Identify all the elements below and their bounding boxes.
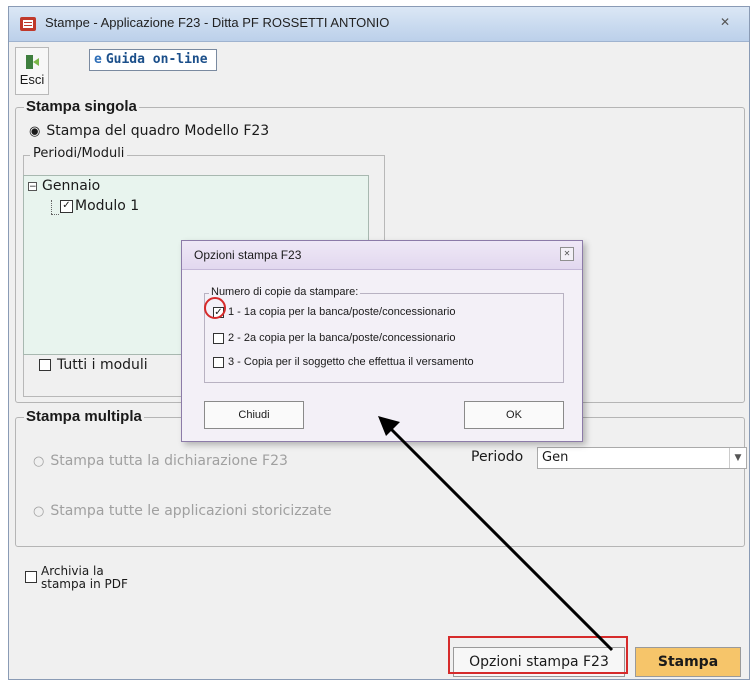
tree-connector-vertical (51, 200, 52, 214)
close-icon: ✕ (719, 15, 731, 29)
dialog-close-icon[interactable]: ✕ (560, 247, 574, 261)
esci-label: Esci (19, 72, 45, 87)
tree-node-modulo1[interactable]: ✓ Modulo 1 (60, 198, 139, 214)
tree-node-gennaio[interactable]: Gennaio (42, 178, 100, 194)
periodo-value: Gen (542, 450, 569, 465)
stampa-tutte-applicazioni-label: Stampa tutte le applicazioni storicizzat… (50, 503, 332, 519)
ok-button[interactable]: OK (464, 401, 564, 429)
copie-group: Numero di copie da stampare: ✓ 1 - 1a cop… (204, 286, 564, 383)
stampa-button[interactable]: Stampa (635, 647, 741, 677)
copia-option-3-label: 3 - Copia per il soggetto che effettua i… (228, 356, 474, 368)
opzioni-stampa-dialog: Opzioni stampa F23 ✕ Numero di copie da … (181, 240, 583, 442)
tutti-moduli-checkbox[interactable]: Tutti i moduli (39, 357, 148, 373)
stampa-tutta-dichiarazione-label: Stampa tutta la dichiarazione F23 (50, 453, 288, 469)
annotation-highlight-box (448, 636, 628, 674)
periodi-moduli-title: Periodi/Moduli (30, 146, 128, 161)
copia-option-2-label: 2 - 2a copia per la banca/poste/concessi… (228, 332, 456, 344)
guida-label: Guida on-line (105, 52, 208, 67)
tutti-moduli-label: Tutti i moduli (57, 357, 148, 373)
radio-selected-icon: ◉ (29, 124, 41, 139)
window-close-button[interactable]: ✕ (711, 13, 739, 31)
tree-node-modulo1-label: Modulo 1 (75, 198, 140, 214)
copia-option-1[interactable]: ✓ 1 - 1a copia per la banca/poste/concess… (213, 306, 455, 318)
window-titlebar: Stampe - Applicazione F23 - Ditta PF ROS… (9, 7, 749, 42)
copie-group-title: Numero di copie da stampare: (209, 286, 361, 298)
checkbox-checked-icon[interactable]: ✓ (60, 199, 73, 213)
radio-unselected-icon: ○ (33, 454, 45, 469)
internet-explorer-icon: e (94, 52, 102, 67)
chiudi-button[interactable]: Chiudi (204, 401, 304, 429)
archivia-line2: stampa in PDF (41, 577, 128, 591)
stampa-multipla-title: Stampa multipla (24, 408, 144, 425)
chevron-down-icon[interactable]: ▼ (729, 448, 746, 468)
archivia-pdf-checkbox[interactable]: Archivia la stampa in PDF (25, 565, 128, 591)
tree-connector-horizontal (51, 214, 59, 215)
window-title: Stampe - Applicazione F23 - Ditta PF ROS… (45, 15, 390, 30)
guida-online-button[interactable]: e Guida on-line (89, 49, 217, 71)
checkbox-unchecked-icon[interactable] (213, 356, 224, 368)
esci-button[interactable]: Esci (15, 47, 49, 95)
radio-unselected-icon: ○ (33, 504, 45, 519)
checkbox-unchecked-icon[interactable] (25, 571, 37, 583)
stampa-quadro-radio[interactable]: ◉ Stampa del quadro Modello F23 (29, 123, 269, 139)
checkbox-unchecked-icon[interactable] (39, 359, 51, 371)
copia-option-3[interactable]: 3 - Copia per il soggetto che effettua i… (213, 356, 474, 368)
dialog-title: Opzioni stampa F23 (194, 248, 302, 262)
copia-option-2[interactable]: 2 - 2a copia per la banca/poste/concessi… (213, 332, 455, 344)
stampa-quadro-label: Stampa del quadro Modello F23 (46, 123, 270, 139)
periodo-select[interactable]: Gen ▼ (537, 447, 747, 469)
tree-collapse-icon[interactable]: − (28, 182, 37, 192)
dialog-titlebar: Opzioni stampa F23 ✕ (182, 241, 582, 270)
stampa-tutte-applicazioni-radio[interactable]: ○ Stampa tutte le applicazioni storicizza… (33, 503, 332, 519)
copia-option-1-label: 1 - 1a copia per la banca/poste/concessi… (228, 306, 456, 318)
periodo-label: Periodo (471, 449, 524, 465)
exit-door-icon (26, 55, 39, 69)
stampa-singola-title: Stampa singola (24, 98, 139, 115)
annotation-highlight-circle (204, 297, 226, 319)
stampa-tutta-dichiarazione-radio[interactable]: ○ Stampa tutta la dichiarazione F23 (33, 453, 288, 469)
checkbox-unchecked-icon[interactable] (213, 332, 224, 344)
printer-app-icon (20, 17, 36, 31)
